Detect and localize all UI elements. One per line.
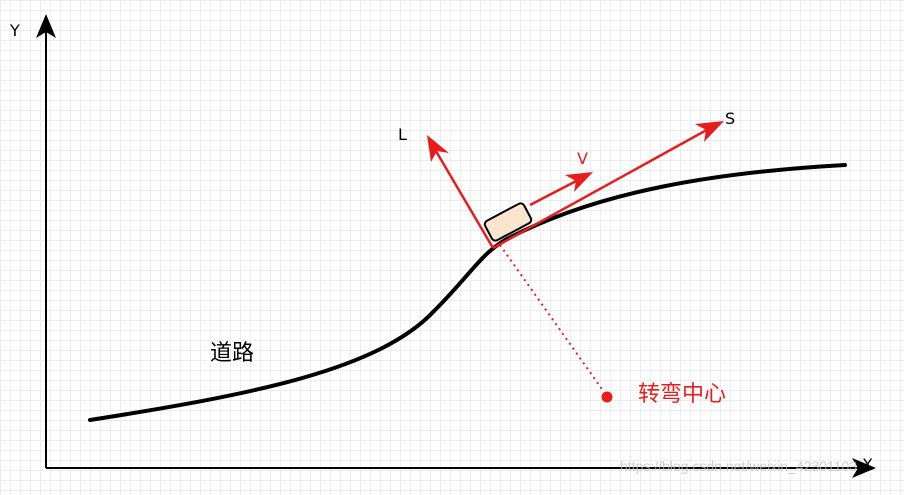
x-axis-label: X — [862, 455, 873, 474]
y-axis-label: Y — [9, 21, 20, 40]
turn-radius-line — [499, 244, 605, 393]
v-vector-arrowhead — [565, 172, 593, 192]
s-vector-arrowhead — [695, 121, 724, 142]
vehicle-turning-diagram: Y X 道路 L S V 转弯中心 — [9, 14, 876, 478]
l-vector-arrowhead — [427, 135, 449, 162]
s-vector — [492, 121, 724, 250]
turn-center-dot — [601, 391, 613, 403]
turn-center-label: 转弯中心 — [638, 382, 726, 407]
road-label: 道路 — [210, 341, 254, 366]
car-body — [483, 202, 533, 242]
v-vector-label: V — [577, 149, 588, 168]
v-vector — [529, 172, 593, 207]
l-vector-label: L — [398, 125, 407, 144]
watermark: https://blog.csdn.net/weixin_42301103 — [620, 458, 858, 474]
diagram-canvas: Y X 道路 L S V 转弯中心 — [0, 0, 904, 491]
s-vector-label: S — [725, 109, 735, 128]
l-vector — [427, 135, 495, 249]
y-axis — [36, 14, 56, 468]
